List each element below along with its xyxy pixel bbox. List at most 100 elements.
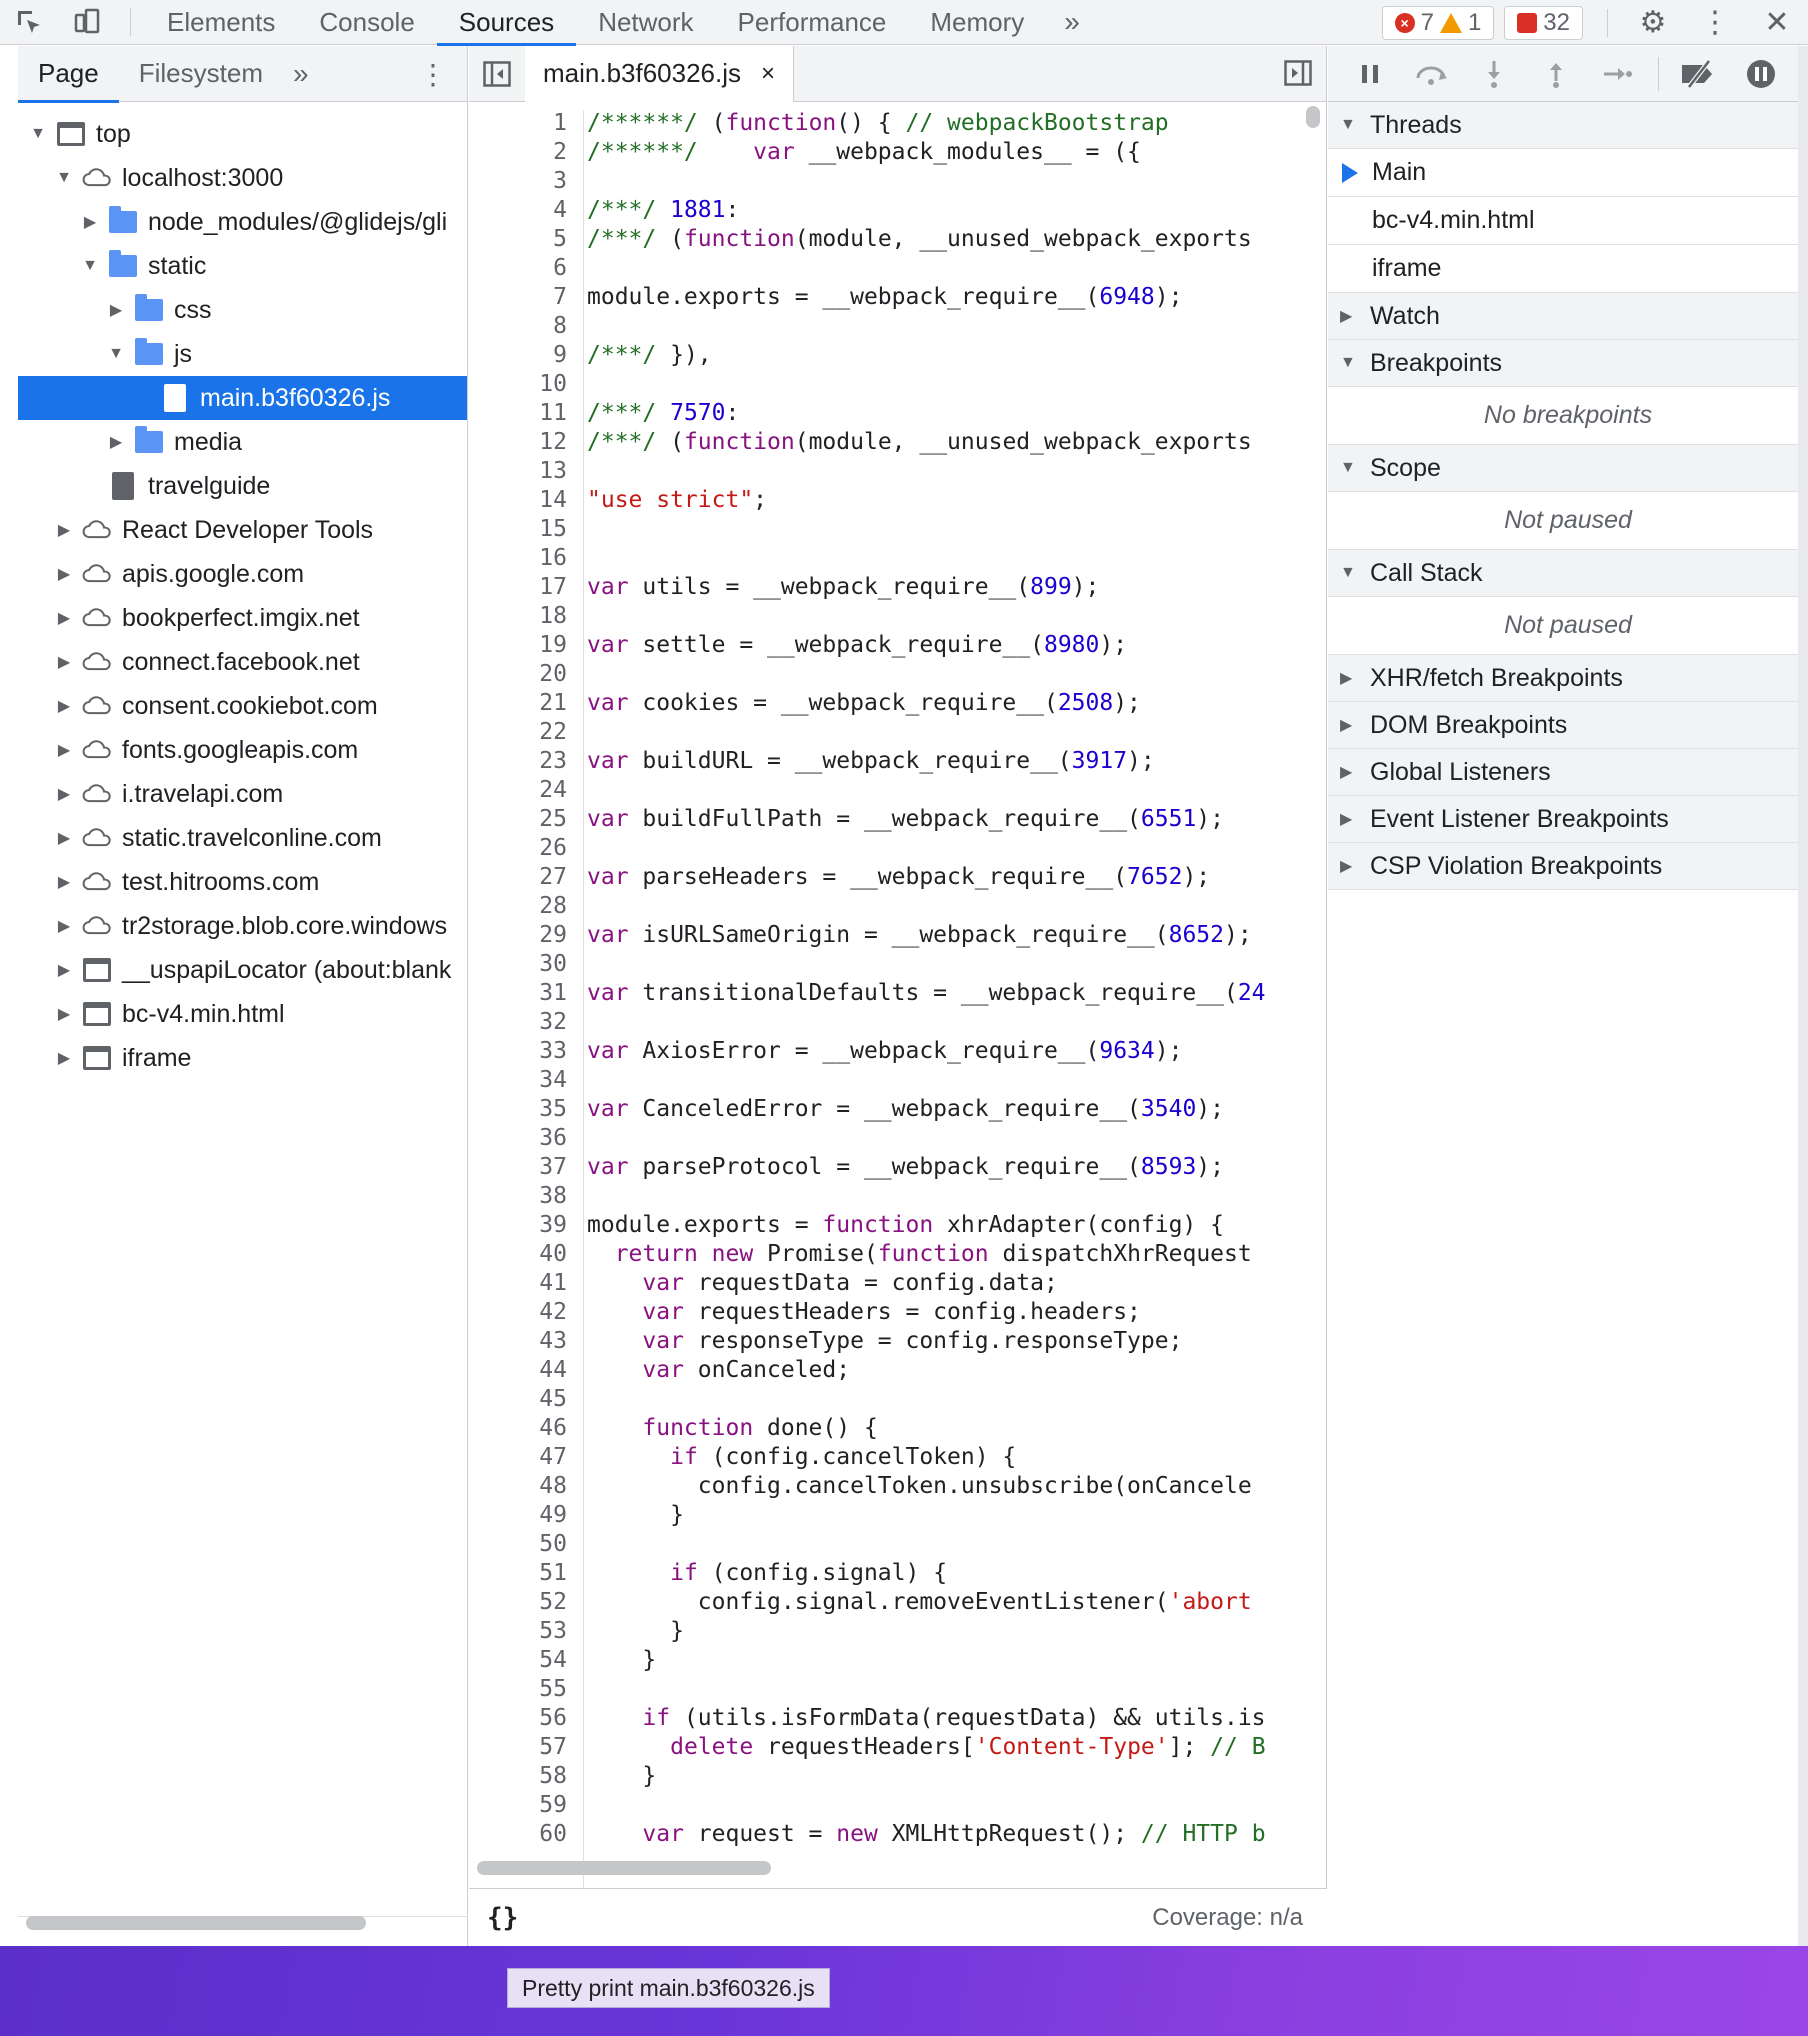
line-number[interactable]: 55 [469, 1676, 577, 1705]
code-line[interactable]: 51 if (config.signal) { [469, 1560, 1309, 1589]
line-number[interactable]: 19 [469, 632, 577, 661]
collapsed-triangle-icon[interactable]: ▶ [54, 696, 74, 716]
tree-item[interactable]: ▶ fonts.googleapis.com [18, 728, 467, 772]
line-number[interactable]: 15 [469, 516, 577, 545]
code-line[interactable]: 3 [469, 168, 1309, 197]
code-line[interactable]: 32 [469, 1009, 1309, 1038]
code-line[interactable]: 49 } [469, 1502, 1309, 1531]
line-number[interactable]: 32 [469, 1009, 577, 1038]
tree-item[interactable]: ▶travelguide [18, 464, 467, 508]
code-line[interactable]: 43 var responseType = config.responseTyp… [469, 1328, 1309, 1357]
close-icon[interactable]: ✕ [1746, 0, 1808, 45]
step-icon[interactable] [1590, 46, 1646, 102]
tab-page[interactable]: Page [18, 46, 119, 103]
tree-item[interactable]: ▼ static [18, 244, 467, 288]
tree-item[interactable]: ▶ static.travelconline.com [18, 816, 467, 860]
code-line[interactable]: 31 var transitionalDefaults = __webpack_r… [469, 980, 1309, 1009]
code-line[interactable]: 5 /***/ (function(module, __unused_webpac… [469, 226, 1309, 255]
code-line[interactable]: 16 [469, 545, 1309, 574]
tree-item[interactable]: ▼ js [18, 332, 467, 376]
code-line[interactable]: 53 } [469, 1618, 1309, 1647]
code-line[interactable]: 15 [469, 516, 1309, 545]
tree-item[interactable]: ▶ node_modules/@glidejs/gli [18, 200, 467, 244]
collapsed-triangle-icon[interactable]: ▶ [54, 828, 74, 848]
tree-item[interactable]: ▶ iframe [18, 1036, 467, 1080]
code-line[interactable]: 29 var isURLSameOrigin = __webpack_requir… [469, 922, 1309, 951]
line-number[interactable]: 53 [469, 1618, 577, 1647]
more-tabs-icon[interactable]: » [1046, 6, 1098, 38]
line-number[interactable]: 21 [469, 690, 577, 719]
code-line[interactable]: 19 var settle = __webpack_require__(8980)… [469, 632, 1309, 661]
collapsed-triangle-icon[interactable]: ▶ [54, 872, 74, 892]
tree-item[interactable]: ▶ bc-v4.min.html [18, 992, 467, 1036]
code-line[interactable]: 48 config.cancelToken.unsubscribe(onCanc… [469, 1473, 1309, 1502]
code-line[interactable]: 46 function done() { [469, 1415, 1309, 1444]
line-number[interactable]: 29 [469, 922, 577, 951]
line-number[interactable]: 18 [469, 603, 577, 632]
line-number[interactable]: 59 [469, 1792, 577, 1821]
code-line[interactable]: 38 [469, 1183, 1309, 1212]
code-line[interactable]: 6 [469, 255, 1309, 284]
line-number[interactable]: 60 [469, 1821, 577, 1850]
line-number[interactable]: 51 [469, 1560, 577, 1589]
line-number[interactable]: 22 [469, 719, 577, 748]
code-line[interactable]: 22 [469, 719, 1309, 748]
code-line[interactable]: 8 [469, 313, 1309, 342]
code-line[interactable]: 40 return new Promise(function dispatchX… [469, 1241, 1309, 1270]
code-line[interactable]: 54 } [469, 1647, 1309, 1676]
collapsed-triangle-icon[interactable]: ▶ [54, 916, 74, 936]
tab-network[interactable]: Network [576, 0, 715, 45]
step-out-icon[interactable] [1528, 46, 1584, 102]
step-over-icon[interactable] [1404, 46, 1460, 102]
line-number[interactable]: 36 [469, 1125, 577, 1154]
code-line[interactable]: 45 [469, 1386, 1309, 1415]
line-number[interactable]: 52 [469, 1589, 577, 1618]
deactivate-breakpoints-icon[interactable] [1671, 46, 1727, 102]
line-number[interactable]: 40 [469, 1241, 577, 1270]
tree-item[interactable]: ▶ consent.cookiebot.com [18, 684, 467, 728]
line-number[interactable]: 9 [469, 342, 577, 371]
line-number[interactable]: 57 [469, 1734, 577, 1763]
tree-item[interactable]: ▶ __uspapiLocator (about:blank [18, 948, 467, 992]
event-listener-breakpoints-section[interactable]: ▶ Event Listener Breakpoints [1328, 796, 1808, 843]
line-number[interactable]: 26 [469, 835, 577, 864]
code-line[interactable]: 1 /******/ (function() { // webpackBootst… [469, 110, 1309, 139]
line-number[interactable]: 23 [469, 748, 577, 777]
line-number[interactable]: 49 [469, 1502, 577, 1531]
tree-item[interactable]: ▶ apis.google.com [18, 552, 467, 596]
line-number[interactable]: 6 [469, 255, 577, 284]
line-number[interactable]: 31 [469, 980, 577, 1009]
code-line[interactable]: 50 [469, 1531, 1309, 1560]
xhr-breakpoints-section[interactable]: ▶ XHR/fetch Breakpoints [1328, 655, 1808, 702]
line-number[interactable]: 35 [469, 1096, 577, 1125]
code-line[interactable]: 9 /***/ }), [469, 342, 1309, 371]
tab-performance[interactable]: Performance [716, 0, 909, 45]
tree-item[interactable]: ▶ css [18, 288, 467, 332]
collapsed-triangle-icon[interactable]: ▶ [106, 432, 126, 452]
horizontal-scrollbar[interactable] [477, 1861, 771, 1875]
code-line[interactable]: 36 [469, 1125, 1309, 1154]
inspect-element-icon[interactable] [0, 0, 58, 45]
tree-item[interactable]: ▶main.b3f60326.js [18, 376, 467, 420]
global-listeners-section[interactable]: ▶ Global Listeners [1328, 749, 1808, 796]
code-line[interactable]: 24 [469, 777, 1309, 806]
line-number[interactable]: 13 [469, 458, 577, 487]
collapsed-triangle-icon[interactable]: ▶ [54, 608, 74, 628]
scope-section[interactable]: ▼ Scope [1328, 445, 1808, 492]
line-number[interactable]: 46 [469, 1415, 577, 1444]
tab-sources[interactable]: Sources [436, 0, 577, 46]
toggle-debugger-icon[interactable] [1284, 60, 1312, 93]
tree-item[interactable]: ▶ tr2storage.blob.core.windows [18, 904, 467, 948]
tab-filesystem[interactable]: Filesystem [119, 46, 283, 102]
line-number[interactable]: 34 [469, 1067, 577, 1096]
tab-console[interactable]: Console [297, 0, 436, 45]
code-line[interactable]: 52 config.signal.removeEventListener('ab… [469, 1589, 1309, 1618]
code-line[interactable]: 4 /***/ 1881: [469, 197, 1309, 226]
line-number[interactable]: 5 [469, 226, 577, 255]
pause-icon[interactable] [1342, 46, 1398, 102]
code-line[interactable]: 2 /******/ var __webpack_modules__ = ({ [469, 139, 1309, 168]
line-number[interactable]: 30 [469, 951, 577, 980]
collapsed-triangle-icon[interactable]: ▶ [54, 740, 74, 760]
line-number[interactable]: 16 [469, 545, 577, 574]
line-number[interactable]: 43 [469, 1328, 577, 1357]
